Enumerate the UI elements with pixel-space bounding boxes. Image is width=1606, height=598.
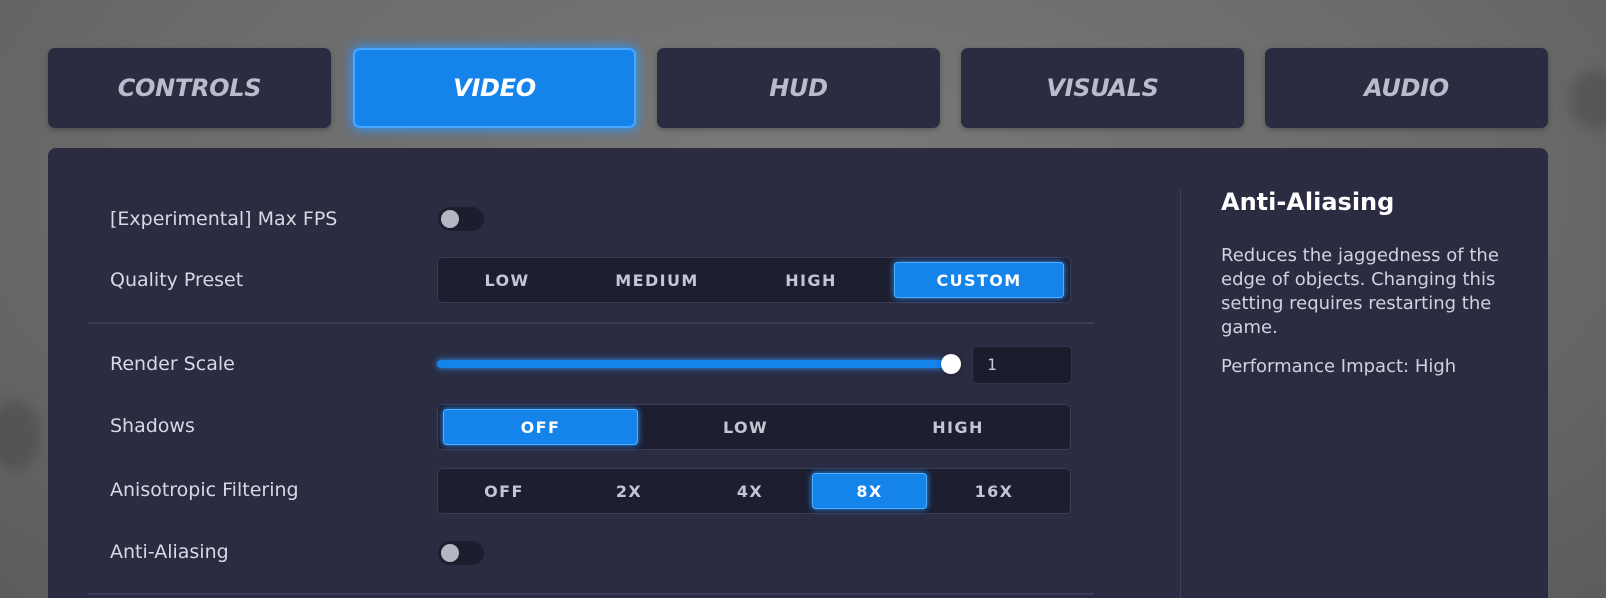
shadows-label: Shadows: [110, 415, 195, 437]
render-scale-input[interactable]: 1: [972, 346, 1072, 384]
aniso-option-off[interactable]: OFF: [444, 473, 564, 509]
max-fps-toggle[interactable]: [438, 207, 484, 231]
aniso-option-4x[interactable]: 4X: [690, 473, 810, 509]
toggle-knob: [441, 210, 459, 228]
quality-option-low[interactable]: LOW: [442, 262, 572, 298]
aniso-option-2x[interactable]: 2X: [569, 473, 689, 509]
tab-visuals[interactable]: VISUALS: [961, 48, 1244, 128]
info-panel-divider: [1180, 188, 1181, 598]
anti-aliasing-label: Anti-Aliasing: [110, 541, 229, 563]
aniso-option-8x[interactable]: 8X: [812, 473, 927, 509]
quality-option-medium[interactable]: MEDIUM: [578, 262, 736, 298]
shadows-selector: OFF LOW HIGH: [437, 404, 1071, 450]
info-title: Anti-Aliasing: [1221, 188, 1395, 216]
info-description: Reduces the jaggedness of the edge of ob…: [1221, 245, 1499, 338]
anisotropic-filtering-label: Anisotropic Filtering: [110, 479, 299, 501]
render-scale-label: Render Scale: [110, 353, 235, 375]
section-divider-bottom: [88, 593, 1094, 595]
section-divider: [88, 322, 1094, 324]
tab-audio[interactable]: AUDIO: [1265, 48, 1548, 128]
tab-controls[interactable]: CONTROLS: [48, 48, 331, 128]
quality-option-custom[interactable]: CUSTOM: [894, 262, 1064, 298]
background-blur-left: [0, 400, 40, 470]
background-blur-right: [1570, 70, 1606, 130]
toggle-knob: [441, 544, 459, 562]
shadows-option-low[interactable]: LOW: [648, 409, 843, 445]
aniso-option-16x[interactable]: 16X: [932, 473, 1056, 509]
shadows-option-high[interactable]: HIGH: [853, 409, 1063, 445]
quality-option-high[interactable]: HIGH: [738, 262, 884, 298]
settings-tabs: CONTROLS VIDEO HUD VISUALS AUDIO: [48, 48, 1548, 128]
info-performance-impact: Performance Impact: High: [1221, 356, 1457, 377]
anisotropic-filtering-selector: OFF 2X 4X 8X 16X: [437, 468, 1071, 514]
render-scale-slider[interactable]: [437, 360, 951, 368]
tab-hud[interactable]: HUD: [657, 48, 940, 128]
quality-preset-selector: LOW MEDIUM HIGH CUSTOM: [437, 257, 1071, 303]
tab-video[interactable]: VIDEO: [353, 48, 636, 128]
shadows-option-off[interactable]: OFF: [443, 409, 638, 445]
render-scale-slider-handle[interactable]: [941, 354, 961, 374]
max-fps-label: [Experimental] Max FPS: [110, 208, 338, 230]
quality-preset-label: Quality Preset: [110, 269, 244, 291]
video-settings-panel: [Experimental] Max FPS Quality Preset LO…: [48, 148, 1548, 598]
anti-aliasing-toggle[interactable]: [438, 541, 484, 565]
